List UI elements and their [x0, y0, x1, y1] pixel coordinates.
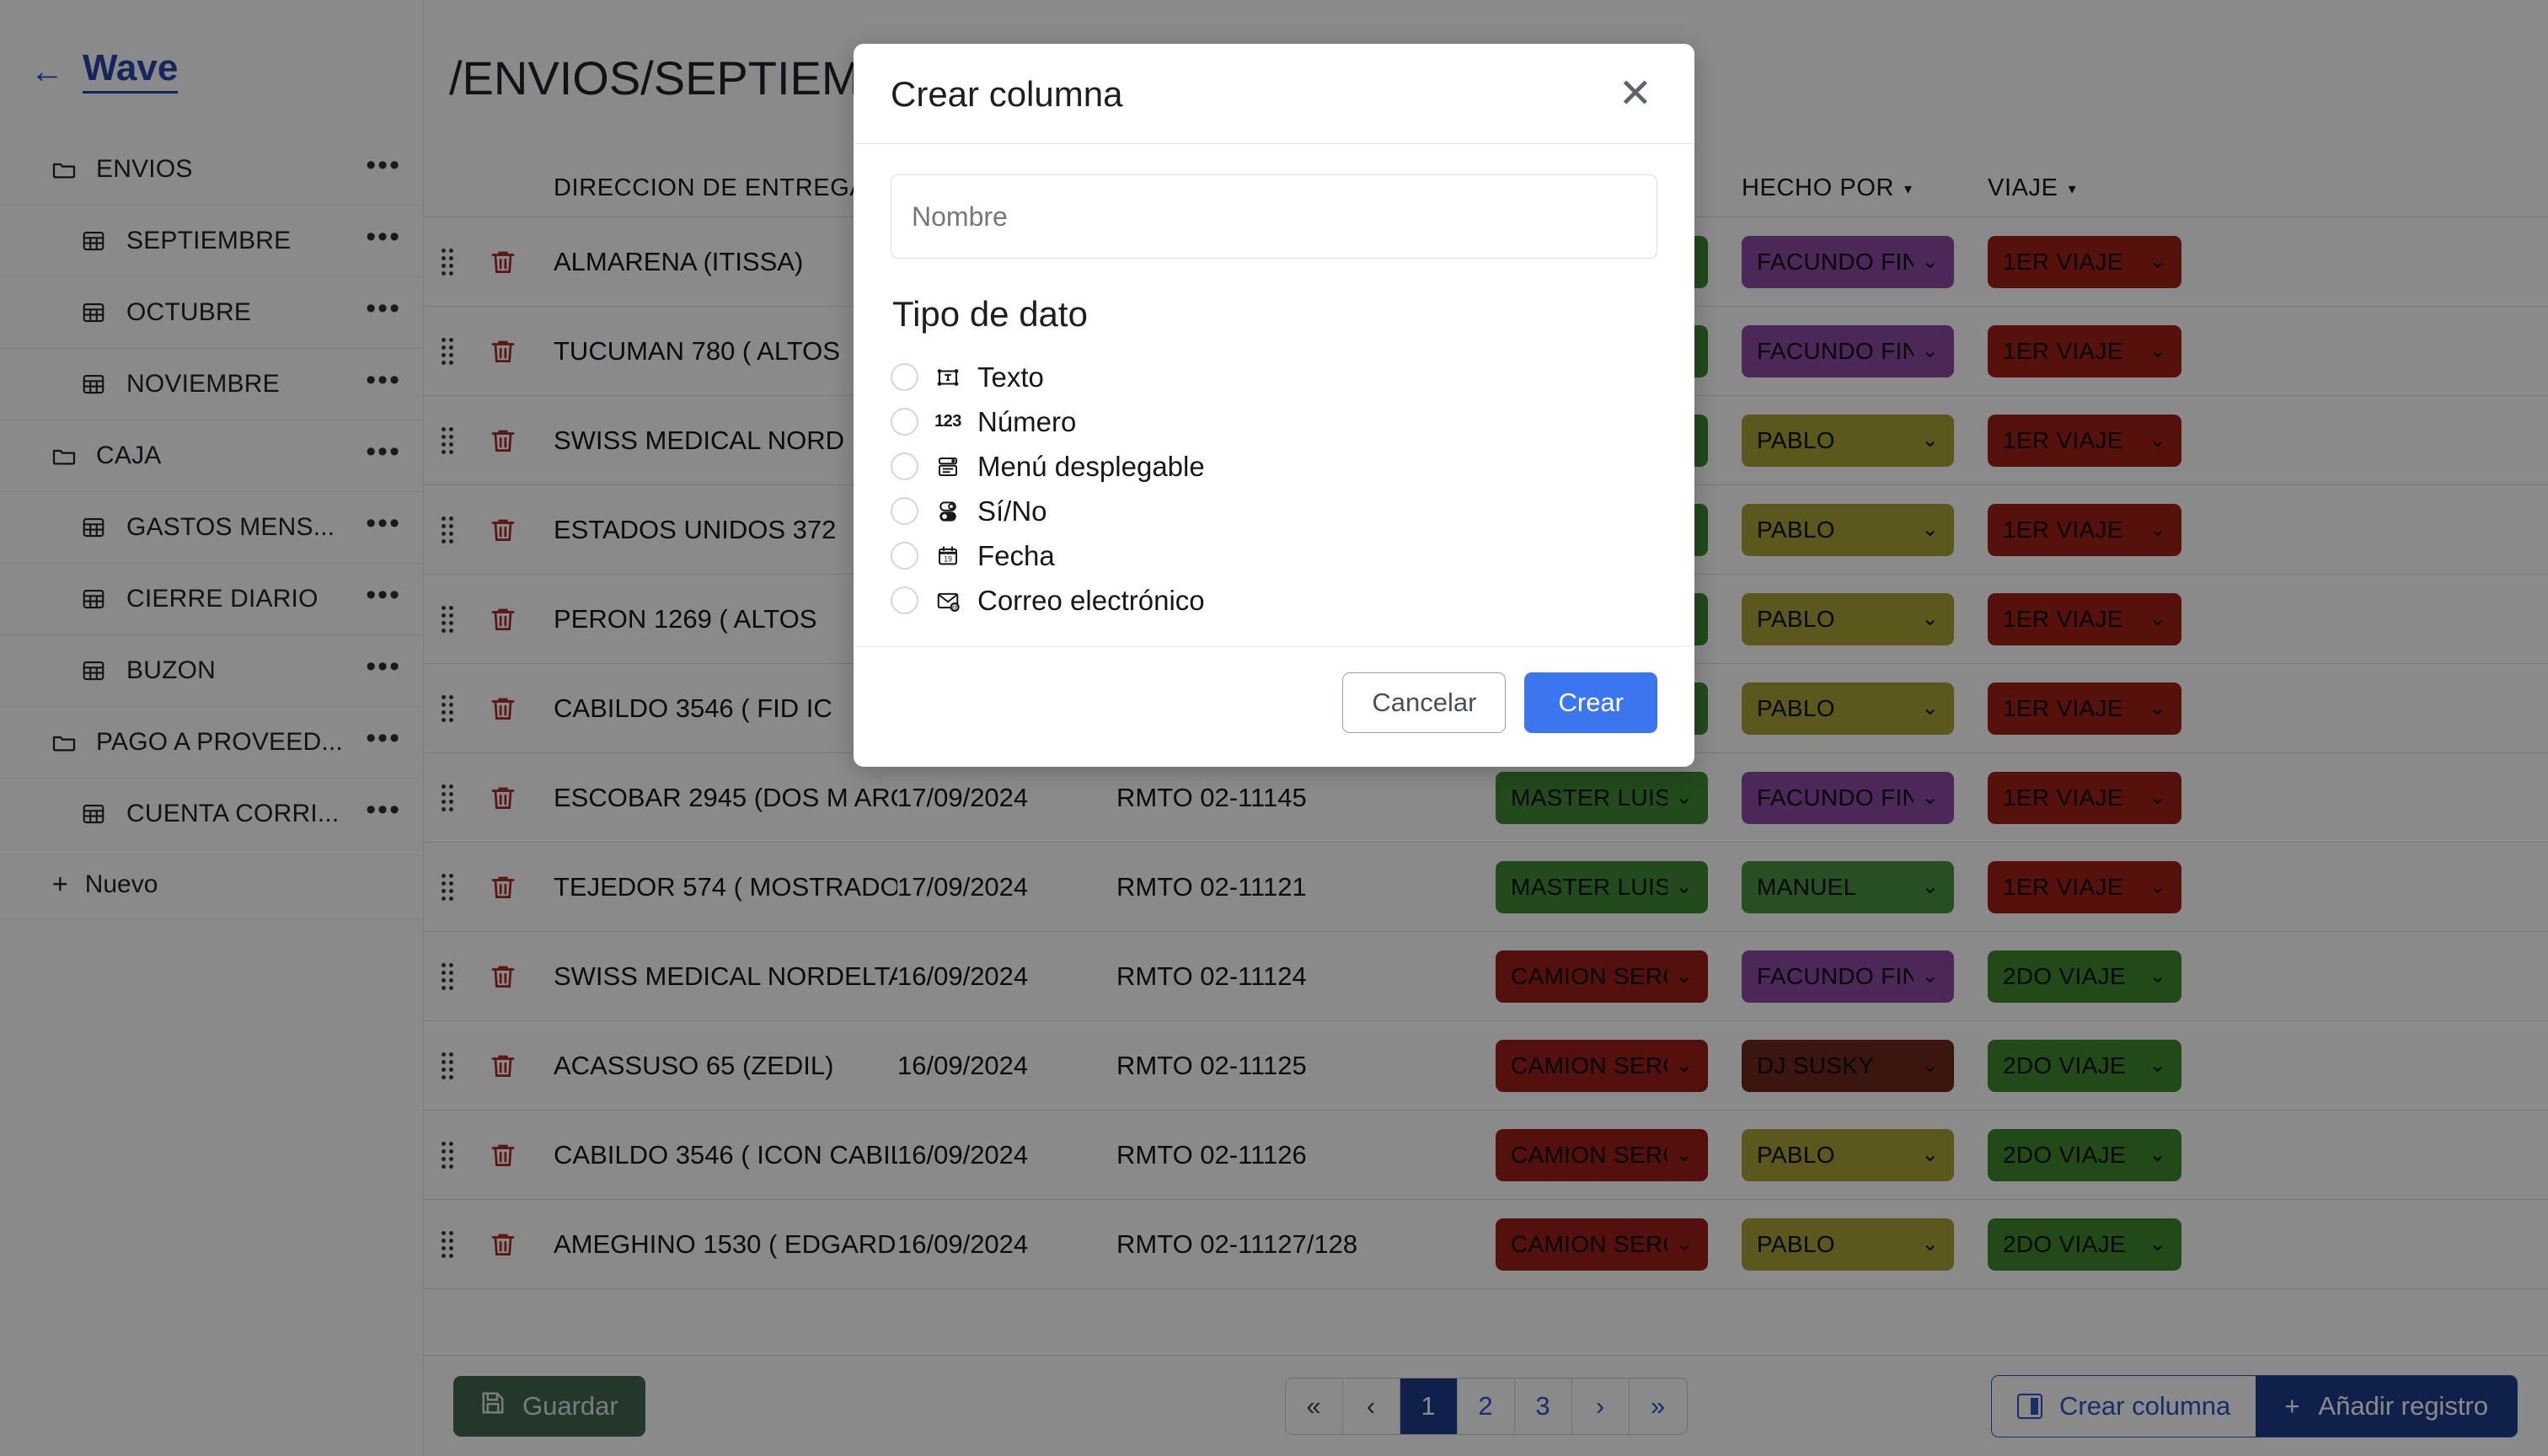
radio-button[interactable]	[891, 586, 918, 614]
text-icon	[934, 363, 962, 392]
close-icon[interactable]: ✕	[1614, 73, 1657, 114]
data-type-option-label: Texto	[977, 361, 1044, 393]
radio-button[interactable]	[891, 452, 918, 480]
data-type-option-fecha[interactable]: 19 Fecha	[891, 533, 1657, 578]
dialog-body: Tipo de dato Texto 123 Número Menú desplega…	[854, 144, 1694, 646]
cancel-button[interactable]: Cancelar	[1342, 672, 1507, 733]
data-type-option-correo-electrónico[interactable]: @ Correo electrónico	[891, 578, 1657, 623]
data-type-option-menú-desplegable[interactable]: Menú desplegable	[891, 444, 1657, 489]
calendar-icon: 19	[934, 542, 962, 570]
svg-text:19: 19	[944, 554, 952, 563]
number-icon: 123	[934, 408, 962, 436]
data-type-option-texto[interactable]: Texto	[891, 355, 1657, 399]
column-name-input[interactable]	[891, 174, 1657, 259]
data-type-option-sí-no[interactable]: Sí/No	[891, 489, 1657, 533]
data-type-option-label: Correo electrónico	[977, 584, 1205, 616]
data-type-option-label: Sí/No	[977, 495, 1047, 527]
dropdown-icon	[934, 452, 962, 481]
radio-button[interactable]	[891, 542, 918, 570]
dialog-title: Crear columna	[891, 74, 1123, 114]
data-type-options: Texto 123 Número Menú desplegable Sí/No 19 Fec…	[891, 355, 1657, 623]
radio-button[interactable]	[891, 497, 918, 525]
svg-text:@: @	[951, 603, 958, 611]
create-button[interactable]: Crear	[1524, 672, 1657, 733]
data-type-option-label: Número	[977, 405, 1077, 437]
data-type-option-label: Fecha	[977, 539, 1055, 571]
data-type-heading: Tipo de dato	[892, 294, 1088, 334]
data-type-option-label: Menú desplegable	[977, 450, 1205, 482]
app-root: ← Wave ENVIOS ••• SEPTIEMBRE ••• OCTUBRE ••• N…	[0, 0, 2548, 1456]
radio-button[interactable]	[891, 363, 918, 391]
dialog-footer: Cancelar Crear	[854, 646, 1694, 767]
email-icon: @	[934, 586, 962, 615]
data-type-option-número[interactable]: 123 Número	[891, 399, 1657, 444]
radio-button[interactable]	[891, 408, 918, 436]
toggle-icon	[934, 497, 962, 526]
number-glyph: 123	[934, 412, 961, 431]
create-column-dialog: Crear columna ✕ Tipo de dato Texto 123 Núm…	[854, 44, 1694, 767]
dialog-header: Crear columna ✕	[854, 44, 1694, 144]
